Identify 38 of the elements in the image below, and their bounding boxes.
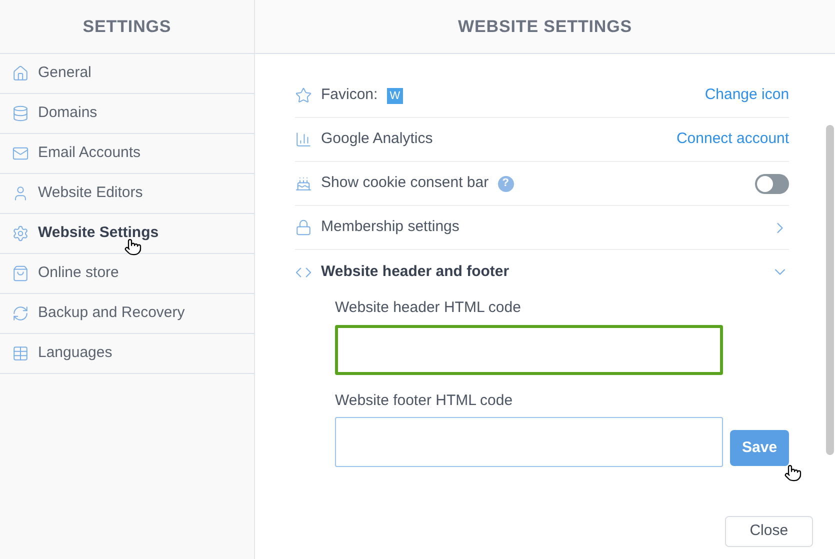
setting-label: Google Analytics xyxy=(321,129,433,150)
sidebar-item[interactable]: Website Editors xyxy=(0,174,254,214)
sidebar-item[interactable]: Email Accounts xyxy=(0,134,254,174)
setting-label: Favicon: xyxy=(321,85,378,106)
settings-icon xyxy=(12,225,29,242)
sidebar-item[interactable]: Online store xyxy=(0,254,254,294)
page-title: WEBSITE SETTINGS xyxy=(458,16,632,38)
action-link[interactable]: Change icon xyxy=(704,84,790,107)
setting-label: Membership settings xyxy=(321,217,460,238)
setting-label: Show cookie consent bar xyxy=(321,173,489,194)
action-link[interactable]: Connect account xyxy=(676,128,790,151)
close-button[interactable]: Close xyxy=(724,516,814,547)
sidebar-item[interactable]: Languages xyxy=(0,334,254,374)
lock-icon xyxy=(295,219,312,236)
envelope-icon xyxy=(12,145,29,162)
table-icon xyxy=(12,345,29,362)
database-icon xyxy=(12,105,29,122)
star-icon xyxy=(295,87,312,104)
field-label: Website footer HTML code xyxy=(335,390,514,410)
setting-label: Website header and footer xyxy=(321,262,510,282)
scrollbar-thumb[interactable] xyxy=(826,125,834,455)
sidebar-title: SETTINGS xyxy=(82,16,172,38)
cursor-icon xyxy=(784,464,802,482)
bar-chart-icon xyxy=(295,131,312,148)
refresh-icon xyxy=(12,305,29,322)
sidebar-item[interactable]: Domains xyxy=(0,94,254,134)
home-icon xyxy=(12,65,29,82)
code-field[interactable] xyxy=(335,324,723,374)
help-icon: ? xyxy=(498,176,514,192)
user-icon xyxy=(12,185,29,202)
sidebar-item[interactable]: General xyxy=(0,54,254,94)
sidebar-item[interactable]: Backup and Recovery xyxy=(0,294,254,334)
sidebar-item[interactable]: Website Settings xyxy=(0,214,254,254)
toggle-switch[interactable] xyxy=(755,174,790,194)
field-label: Website header HTML code xyxy=(335,298,522,318)
bag-icon xyxy=(12,265,29,282)
favicon-badge: W xyxy=(386,88,404,104)
code-field[interactable] xyxy=(335,417,723,467)
